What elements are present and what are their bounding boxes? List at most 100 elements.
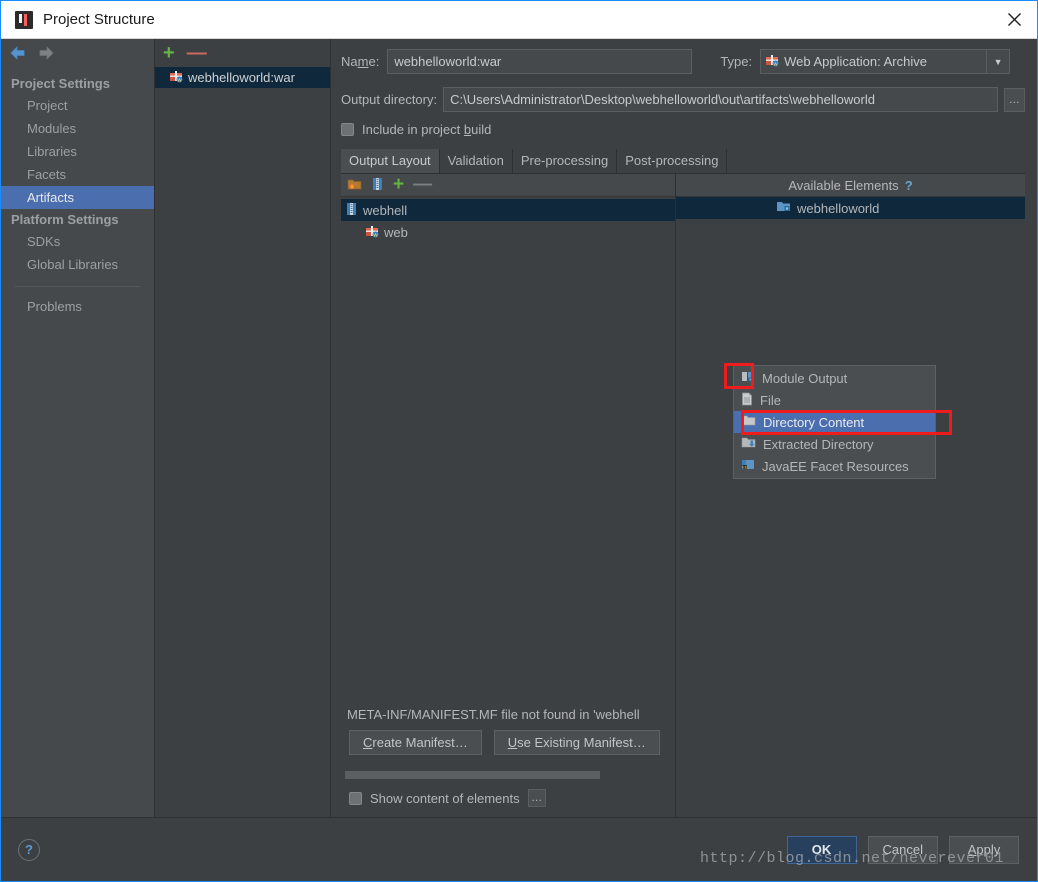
menu-item-directory-content[interactable]: Directory Content <box>734 411 935 433</box>
show-content-settings-button[interactable]: … <box>527 789 546 807</box>
dialog-footer: ? OK Cancel Apply <box>1 817 1037 881</box>
include-in-project-build-row[interactable]: Include in project build <box>331 112 1037 137</box>
folder-icon <box>741 414 756 430</box>
menu-item-extracted-directory[interactable]: Extracted Directory <box>734 433 935 455</box>
artifact-type-select[interactable]: W Web Application: Archive ▼ <box>760 49 1011 74</box>
artifacts-list: W webhelloworld:war <box>155 67 330 817</box>
menu-item-label: JavaEE Facet Resources <box>762 458 909 474</box>
menu-item-label: File <box>760 392 781 408</box>
output-layout-tree-pane: + — webhell W web META-INF/MANIFEST.MF f… <box>341 174 675 817</box>
manifest-message: META-INF/MANIFEST.MF file not found in '… <box>347 707 640 722</box>
output-layout-toolbar: + — <box>341 174 675 197</box>
create-manifest-button[interactable]: Create Manifest… <box>349 730 482 755</box>
output-layout-tree: webhell W web <box>341 197 675 697</box>
archive-icon <box>345 202 358 219</box>
tree-row[interactable]: W web <box>341 221 675 243</box>
create-archive-icon[interactable] <box>371 177 384 194</box>
remove-element-button[interactable]: — <box>413 175 432 194</box>
artifact-list-item[interactable]: W webhelloworld:war <box>155 67 330 88</box>
sidebar-item-project[interactable]: Project <box>1 94 154 117</box>
chevron-down-icon[interactable]: ▼ <box>986 50 1009 73</box>
file-icon <box>741 392 753 409</box>
tree-row-label: web <box>384 224 408 240</box>
tab-output-layout[interactable]: Output Layout <box>341 149 440 173</box>
add-artifact-button[interactable]: + <box>163 43 175 63</box>
back-arrow-icon[interactable] <box>9 45 27 61</box>
create-directory-icon[interactable] <box>347 177 362 194</box>
include-in-project-build-label: Include in project build <box>362 122 492 137</box>
manifest-zone: META-INF/MANIFEST.MF file not found in '… <box>341 697 675 817</box>
remove-artifact-button[interactable]: — <box>187 43 207 63</box>
module-output-icon <box>741 370 755 386</box>
tree-row-label: webhell <box>363 202 408 218</box>
use-existing-manifest-button[interactable]: Use Existing Manifest… <box>493 730 660 755</box>
sidebar-item-sdks[interactable]: SDKs <box>1 230 154 253</box>
war-artifact-icon: W <box>169 69 183 86</box>
close-icon <box>1007 13 1021 26</box>
tab-post-processing[interactable]: Post-processing <box>617 149 728 173</box>
sidebar-item-libraries[interactable]: Libraries <box>1 140 154 163</box>
dialog-body: Project Settings Project Modules Librari… <box>1 39 1037 817</box>
show-content-of-elements-label: Show content of elements <box>370 790 520 806</box>
menu-item-label: Module Output <box>762 370 848 386</box>
add-element-popup-menu: Module Output File Directory Content Ext… <box>733 365 936 479</box>
output-layout-area: + — webhell W web META-INF/MANIFEST.MF f… <box>341 173 1025 817</box>
include-in-project-build-checkbox[interactable] <box>341 123 354 136</box>
output-directory-label: Output directory: <box>341 92 438 107</box>
name-label: Name: <box>341 54 380 69</box>
list-item-label: webhelloworld <box>797 200 880 216</box>
forward-arrow-icon[interactable] <box>37 45 55 61</box>
show-content-of-elements-checkbox[interactable] <box>349 791 362 805</box>
sidebar-item-problems[interactable]: Problems <box>1 295 154 318</box>
type-label: Type: <box>720 54 753 69</box>
browse-output-directory-button[interactable]: … <box>1003 87 1025 112</box>
output-directory-input[interactable]: C:\Users\Administrator\Desktop\webhellow… <box>443 87 998 112</box>
menu-item-file[interactable]: File <box>734 389 935 411</box>
menu-item-javaee-facet-resources[interactable]: EE JavaEE Facet Resources <box>734 455 935 477</box>
sidebar-divider <box>15 286 140 287</box>
list-item[interactable]: webhelloworld <box>676 197 1025 219</box>
sidebar-nav-row <box>1 39 154 67</box>
add-element-button[interactable]: + <box>393 175 404 194</box>
tab-validation[interactable]: Validation <box>439 149 513 173</box>
menu-item-module-output[interactable]: Module Output <box>734 367 935 389</box>
available-elements-header: Available Elements ? <box>676 174 1025 197</box>
close-window-button[interactable] <box>991 1 1037 38</box>
manifest-buttons: Create Manifest… Use Existing Manifest… <box>343 730 675 755</box>
available-elements-title: Available Elements <box>788 177 899 193</box>
tab-pre-processing[interactable]: Pre-processing <box>512 149 618 173</box>
scrollbar-thumb[interactable] <box>345 771 600 779</box>
sidebar-item-modules[interactable]: Modules <box>1 117 154 140</box>
svg-text:EE: EE <box>742 465 747 469</box>
tree-horizontal-scrollbar[interactable] <box>345 771 675 779</box>
editor-tabs: Output Layout Validation Pre-processing … <box>341 149 1037 173</box>
artifact-type-value-wrap: W Web Application: Archive <box>761 53 986 70</box>
tree-row[interactable]: webhell <box>341 199 675 221</box>
artifact-type-value: Web Application: Archive <box>784 54 927 69</box>
intellij-idea-icon <box>15 10 33 29</box>
menu-item-label: Extracted Directory <box>763 436 874 452</box>
tree-horizontal-scrollbar-wrap <box>343 755 675 779</box>
extracted-directory-icon <box>741 436 756 452</box>
project-structure-dialog: Project Structure Project Settings Proje… <box>0 0 1038 882</box>
name-type-row: Name: webhelloworld:war Type: W Web Appl… <box>331 39 1037 74</box>
available-elements-list: webhelloworld <box>676 197 1025 817</box>
war-artifact-icon: W <box>365 224 379 241</box>
help-icon[interactable]: ? <box>905 178 913 193</box>
help-button[interactable]: ? <box>18 838 40 861</box>
sidebar-item-facets[interactable]: Facets <box>1 163 154 186</box>
artifact-editor-panel: Name: webhelloworld:war Type: W Web Appl… <box>331 39 1037 817</box>
artifacts-list-panel: + — W webhelloworld:war <box>155 39 331 817</box>
module-icon <box>776 200 791 216</box>
sidebar-item-global-libraries[interactable]: Global Libraries <box>1 253 154 276</box>
sidebar-item-artifacts[interactable]: Artifacts <box>1 186 154 209</box>
artifacts-toolbar: + — <box>155 39 330 67</box>
window-title: Project Structure <box>43 11 155 28</box>
sidebar-group-platform-settings: Platform Settings <box>11 212 119 227</box>
javaee-facet-icon: EE <box>741 458 755 474</box>
show-content-of-elements-row[interactable]: Show content of elements … <box>343 779 675 817</box>
settings-sidebar: Project Settings Project Modules Librari… <box>1 39 155 817</box>
artifact-name-input[interactable]: webhelloworld:war <box>387 49 693 74</box>
available-elements-pane: Available Elements ? webhelloworld <box>675 174 1025 817</box>
sidebar-items: Project Settings Project Modules Librari… <box>1 67 154 318</box>
